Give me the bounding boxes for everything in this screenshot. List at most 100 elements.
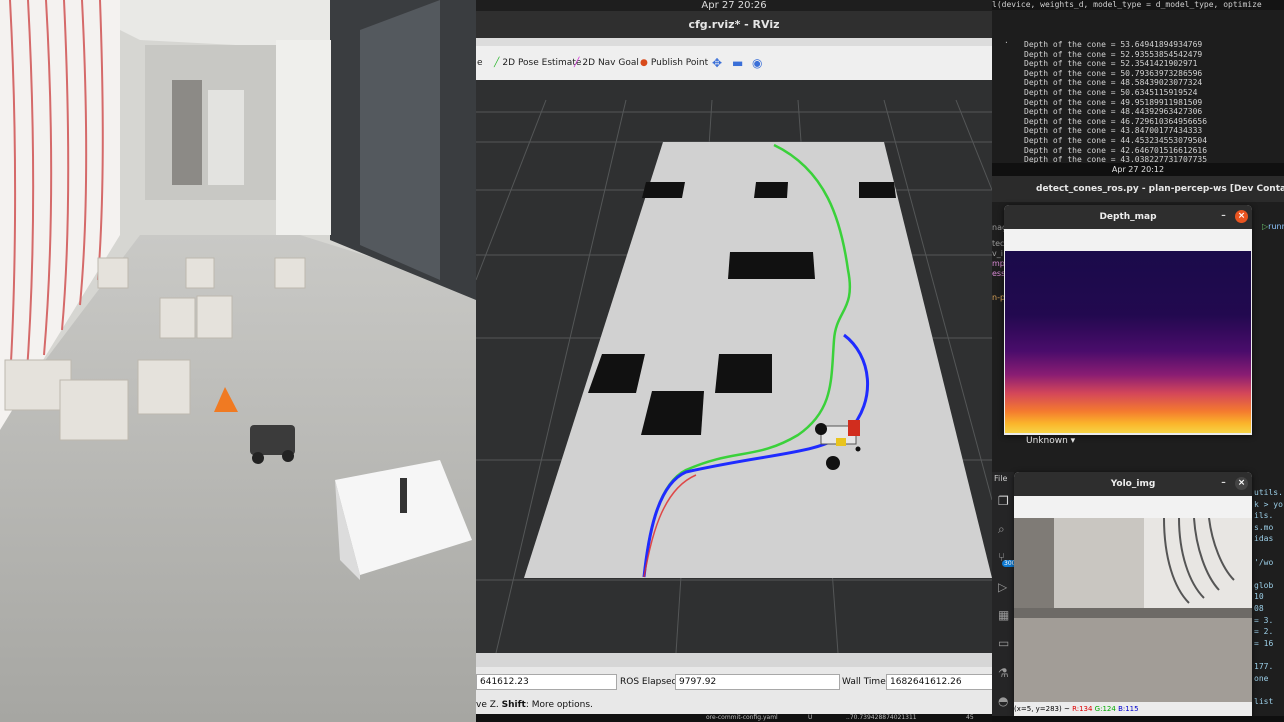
terminal-line: Depth of the cone = 53.64941894934769 xyxy=(1024,40,1203,49)
terminal-line: Depth of the cone = 52.3541421902971 xyxy=(1024,59,1198,69)
run-debug-icon[interactable]: ▷ xyxy=(998,580,1007,594)
extensions-icon[interactable]: ▦ xyxy=(998,608,1009,622)
minus-icon[interactable]: ▬ xyxy=(732,55,743,71)
bottom-fragment: U xyxy=(808,714,813,721)
bottom-fragment: 45 xyxy=(966,714,974,721)
code-fragment: = 2. xyxy=(1254,627,1274,637)
left-fragment: tec xyxy=(992,239,1005,248)
code-fragment: idas xyxy=(1254,534,1274,544)
vscode-title-bar: detect_cones_ros.py - plan-percep-ws [De… xyxy=(992,176,1284,202)
nav-goal-label: 2D Nav Goal xyxy=(582,58,639,68)
bottom-strip xyxy=(992,716,1284,722)
depth-map-window: Depth_map – × xyxy=(1004,205,1252,435)
yolo-pixel-status: (x=5, y=283) ~ R:134 G:124 B:115 xyxy=(1014,702,1252,716)
depth-map-image xyxy=(1005,251,1251,433)
code-fragment: one xyxy=(1254,673,1269,683)
code-fragment: 08 xyxy=(1254,604,1264,613)
left-fragment: v_i xyxy=(992,249,1003,258)
hint-rest: : More options. xyxy=(525,700,593,710)
right-workspace: l(device, weights_d, model_type = d_mode… xyxy=(992,0,1284,722)
terminal-line: Depth of the cone = 48.44392963427306 xyxy=(1024,107,1203,117)
wall-time-field[interactable]: 1682641612.26 xyxy=(886,674,992,690)
code-fragment: k > yo xyxy=(1254,499,1283,509)
camera-photo xyxy=(0,0,476,722)
depth-map-title: Depth_map xyxy=(1099,212,1157,222)
publish-point-label: Publish Point xyxy=(650,58,709,68)
yolo-toolbar xyxy=(1014,496,1252,518)
docker-icon[interactable]: ◓ xyxy=(998,694,1008,708)
focus-icon[interactable]: ◉ xyxy=(752,55,762,71)
rviz-toolbar: e ╱ 2D Pose Estimate ╱ 2D Nav Goal ● Publis… xyxy=(476,46,992,81)
status-hint: ve Z. Shift: More options. xyxy=(476,697,593,713)
wall-time-label: Wall Time: xyxy=(842,677,889,687)
menu-strip xyxy=(476,38,992,46)
yolo-title-bar: Yolo_img – × xyxy=(1014,472,1252,496)
second-screen-clock: Apr 27 20:12 xyxy=(992,163,1284,176)
pixel-coords: (x=5, y=283) ~ xyxy=(1014,705,1073,713)
pixel-red: R:134 xyxy=(1072,705,1093,713)
minimize-icon[interactable]: – xyxy=(1217,477,1230,490)
ros-time-field[interactable]: 641612.23 xyxy=(476,674,617,690)
search-icon[interactable]: ⌕ xyxy=(998,522,1005,537)
rviz-status-bar: 641612.23 ROS Elapsed: 9797.92 Wall Time… xyxy=(476,653,992,722)
nav-goal-arrow-icon: ╱ xyxy=(574,58,580,68)
ros-elapsed-field[interactable]: 9797.92 xyxy=(675,674,840,690)
hint-prefix: ve Z. xyxy=(476,700,502,710)
code-fragment: = 16 xyxy=(1254,638,1274,648)
minimize-icon[interactable]: – xyxy=(1217,210,1230,223)
pose-arrow-icon: ╱ xyxy=(494,58,500,68)
terminal-header-line: l(device, weights_d, model_type = d_mode… xyxy=(992,0,1284,10)
move-icon[interactable]: ✥ xyxy=(712,55,722,71)
bottom-fragment: ..70.739428874021311 xyxy=(846,714,917,721)
file-menu[interactable]: File xyxy=(994,474,1007,483)
explorer-icon[interactable]: ❐ xyxy=(998,494,1009,508)
vscode-activity-bar: File ❐ ⌕ ⑂ 300 ▷ ▦ ▭ ⚗ ◓ xyxy=(992,472,1018,722)
status-separator xyxy=(476,653,992,667)
pixel-blue: B:115 xyxy=(1118,705,1139,713)
rviz-title-bar: cfg.rviz* - RViz xyxy=(476,11,992,38)
nav-goal-button[interactable]: ╱ 2D Nav Goal xyxy=(574,55,639,71)
run-fragment[interactable]: ▷runn xyxy=(1262,222,1284,231)
code-fragment: '/wo xyxy=(1254,557,1274,567)
terminal-line: Depth of the cone = 52.93553854542479 xyxy=(1024,49,1203,59)
ros-elapsed-label: ROS Elapsed: xyxy=(620,677,681,687)
code-fragment: 177. xyxy=(1254,662,1274,671)
publish-point-button[interactable]: ● Publish Point xyxy=(640,55,708,71)
code-fragment: utils. xyxy=(1254,488,1283,497)
terminal-window[interactable]: l(device, weights_d, model_type = d_mode… xyxy=(992,0,1284,164)
code-fragment: ils. xyxy=(1254,511,1274,521)
terminal-bullet: · xyxy=(1004,38,1009,47)
chevron-down-icon: ▾ xyxy=(1070,436,1076,446)
close-icon[interactable]: × xyxy=(1235,210,1248,223)
code-fragment: s.mo xyxy=(1254,522,1274,532)
pose-estimate-button[interactable]: ╱ 2D Pose Estimate xyxy=(494,55,581,71)
rviz-window: Apr 27 20:26 cfg.rviz* - RViz e ╱ 2D Pose… xyxy=(476,0,992,722)
unknown-dropdown[interactable]: Unknown ▾ xyxy=(1026,436,1075,446)
testing-icon[interactable]: ⚗ xyxy=(998,666,1009,680)
rviz-3d-viewport[interactable] xyxy=(476,80,992,654)
pixel-green: G:124 xyxy=(1094,705,1116,713)
map-render xyxy=(476,80,992,654)
yolo-camera-image xyxy=(1014,518,1252,702)
dropdown-label: Unknown xyxy=(1026,436,1068,446)
yolo-image-window: Yolo_img – × (x=5, y=283) ~ R:134 G:124 … xyxy=(1014,472,1252,716)
hint-shift-key: Shift xyxy=(501,700,526,710)
terminal-line: Depth of the cone = 49.95189911981509 xyxy=(1024,97,1203,107)
hallway-photo-image xyxy=(0,0,476,722)
toolbar-partial-item[interactable]: e xyxy=(477,55,483,71)
code-fragment: glob xyxy=(1254,580,1274,590)
terminal-line: Depth of the cone = 46.729610364956656 xyxy=(1024,116,1208,126)
close-icon[interactable]: × xyxy=(1235,477,1248,490)
editor-bottom-strip: ore-commit-config.yaml U ..70.7394288740… xyxy=(476,714,992,722)
system-clock: Apr 27 20:26 xyxy=(476,0,992,11)
terminal-line: Depth of the cone = 50.79363973286596 xyxy=(1024,68,1203,78)
yolo-title: Yolo_img xyxy=(1110,479,1156,489)
code-fragment: = 3. xyxy=(1254,615,1274,625)
depth-map-title-bar: Depth_map – × xyxy=(1004,205,1252,229)
code-fragment: 10 xyxy=(1254,592,1264,602)
terminal-line: Depth of the cone = 43.84700177434333 xyxy=(1024,126,1203,136)
remote-explorer-icon[interactable]: ▭ xyxy=(998,636,1009,650)
terminal-line: Depth of the cone = 44.453234553079504 xyxy=(1024,136,1208,145)
pose-estimate-label: 2D Pose Estimate xyxy=(502,58,582,68)
vscode-code-fragments: utils. k > yo ils. s.mo idas '/wo glob 10 08 = 3.… xyxy=(1254,488,1284,718)
